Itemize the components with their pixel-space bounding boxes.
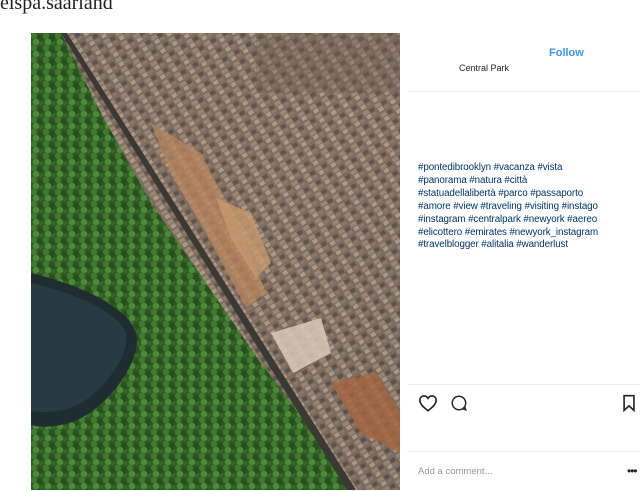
- post-caption: #pontedibrooklyn #vacanza #vista #panora…: [418, 162, 640, 252]
- post-header: Central Park Follow: [408, 33, 640, 92]
- caption-line[interactable]: #instagram #centralpark #newyork #aereo: [418, 214, 597, 225]
- post-photo[interactable]: [31, 33, 400, 490]
- aerial-city-park-image: [31, 33, 400, 490]
- caption-line[interactable]: #amore #view #traveling #visiting #insta…: [418, 201, 598, 212]
- heart-icon[interactable]: [418, 394, 438, 417]
- post-actions: [408, 384, 640, 430]
- caption-line[interactable]: #elicottero #emirates #newyork_instagram: [418, 227, 598, 238]
- top-text: eispa.saarland: [0, 0, 113, 14]
- more-options-button[interactable]: •••: [627, 464, 638, 478]
- comment-bar: •••: [408, 451, 640, 491]
- caption-line[interactable]: #statuadellalibertà #parco #passaporto: [418, 188, 583, 199]
- comment-input[interactable]: [418, 466, 598, 477]
- comment-icon[interactable]: [450, 394, 468, 417]
- caption-line[interactable]: #travelblogger #alitalia #wanderlust: [418, 239, 568, 250]
- bookmark-icon[interactable]: [622, 394, 636, 417]
- caption-line[interactable]: #pontedibrooklyn #vacanza #vista: [418, 162, 563, 173]
- location-link[interactable]: Central Park: [459, 63, 509, 73]
- caption-line[interactable]: #panorama #natura #città: [418, 175, 527, 186]
- follow-button[interactable]: Follow: [549, 47, 584, 59]
- post-sidebar: Central Park Follow #pontedibrooklyn #va…: [408, 33, 640, 490]
